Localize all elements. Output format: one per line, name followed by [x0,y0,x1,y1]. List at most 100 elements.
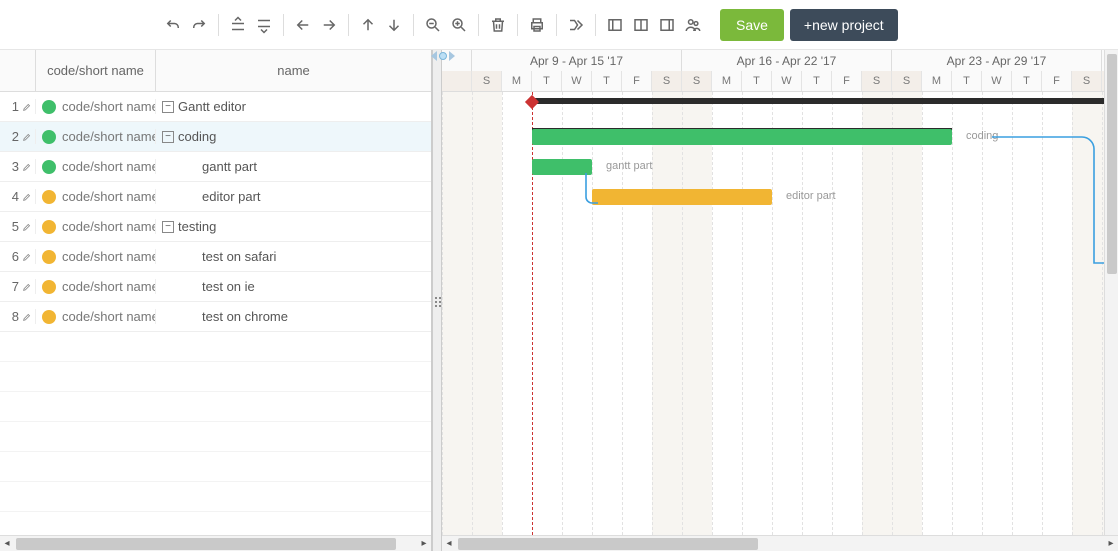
move-up-icon[interactable] [355,12,381,38]
task-row[interactable]: 7code/short nametest on ie [0,272,431,302]
collapse-icon[interactable]: − [162,131,174,143]
row-name[interactable]: test on ie [156,279,431,294]
outdent-icon[interactable] [290,12,316,38]
day-header: T [802,71,832,91]
day-header: T [1012,71,1042,91]
edit-icon[interactable] [22,132,32,142]
row-code[interactable]: code/short name [36,189,156,204]
edit-icon[interactable] [22,312,32,322]
new-project-button[interactable]: +new project [790,9,898,41]
day-header: S [652,71,682,91]
day-header: S [472,71,502,91]
week-header: Apr 9 - Apr 15 '17 [472,50,682,71]
row-name[interactable]: gantt part [156,159,431,174]
task-row[interactable]: 4code/short nameeditor part [0,182,431,212]
task-row[interactable]: 1code/short name−Gantt editor [0,92,431,122]
row-name[interactable]: −Gantt editor [156,99,431,114]
task-row[interactable]: 6code/short nametest on safari [0,242,431,272]
edit-icon[interactable] [22,252,32,262]
row-code[interactable]: code/short name [36,129,156,144]
day-header: T [532,71,562,91]
row-index: 3 [0,159,36,174]
day-header: M [712,71,742,91]
day-header: W [982,71,1012,91]
day-header: M [502,71,532,91]
row-code[interactable]: code/short name [36,219,156,234]
toolbar: Save +new project [0,0,1118,50]
right-horizontal-scrollbar[interactable]: ◂ ▸ [442,535,1118,551]
timeline-header: Apr 9 - Apr 15 '17Apr 16 - Apr 22 '17Apr… [442,50,1118,92]
row-index: 7 [0,279,36,294]
edit-icon[interactable] [22,282,32,292]
gantt-body[interactable]: codinggantt parteditor part [442,92,1118,535]
row-index: 2 [0,129,36,144]
row-code[interactable]: code/short name [36,309,156,324]
row-index: 4 [0,189,36,204]
edit-icon[interactable] [22,192,32,202]
redo-icon[interactable] [186,12,212,38]
task-row[interactable]: 8code/short nametest on chrome [0,302,431,332]
status-dot [42,250,56,264]
save-button[interactable]: Save [720,9,784,41]
insert-above-icon[interactable] [225,12,251,38]
insert-below-icon[interactable] [251,12,277,38]
status-dot [42,310,56,324]
row-code[interactable]: code/short name [36,99,156,114]
zoom-in-icon[interactable] [446,12,472,38]
left-horizontal-scrollbar[interactable]: ◂ ▸ [0,535,431,551]
task-row[interactable]: 5code/short name−testing [0,212,431,242]
row-name[interactable]: −coding [156,129,431,144]
gantt-group-bar[interactable] [532,98,1118,104]
layout-left-icon[interactable] [602,12,628,38]
resources-icon[interactable] [680,12,706,38]
edit-icon[interactable] [22,102,32,112]
gantt-task-bar[interactable] [532,129,952,145]
col-name-header[interactable]: name [156,50,431,91]
timeline-zoom-handle[interactable] [431,50,455,63]
day-header: S [682,71,712,91]
row-index: 6 [0,249,36,264]
task-table: code/short name name 1code/short name−Ga… [0,50,432,551]
task-row[interactable]: 2code/short name−coding [0,122,431,152]
row-name[interactable]: test on chrome [156,309,431,324]
col-code-header[interactable]: code/short name [36,50,156,91]
zoom-out-icon[interactable] [420,12,446,38]
status-dot [42,280,56,294]
row-name[interactable]: −testing [156,219,431,234]
vertical-scrollbar[interactable] [1104,50,1118,535]
status-dot [42,220,56,234]
status-dot [42,100,56,114]
row-index: 5 [0,219,36,234]
day-header: F [832,71,862,91]
delete-icon[interactable] [485,12,511,38]
layout-split-icon[interactable] [628,12,654,38]
day-header: W [772,71,802,91]
undo-icon[interactable] [160,12,186,38]
indent-icon[interactable] [316,12,342,38]
row-code[interactable]: code/short name [36,159,156,174]
gantt-task-bar[interactable] [532,159,592,175]
critical-path-icon[interactable] [563,12,589,38]
row-name[interactable]: editor part [156,189,431,204]
edit-icon[interactable] [22,162,32,172]
day-header: S [1072,71,1102,91]
move-down-icon[interactable] [381,12,407,38]
gantt-bar-label: gantt part [606,160,652,172]
gantt-task-bar[interactable] [592,189,772,205]
week-header: Apr 16 - Apr 22 '17 [682,50,892,71]
layout-right-icon[interactable] [654,12,680,38]
task-row[interactable]: 3code/short namegantt part [0,152,431,182]
row-name[interactable]: test on safari [156,249,431,264]
row-code[interactable]: code/short name [36,279,156,294]
print-icon[interactable] [524,12,550,38]
collapse-icon[interactable]: − [162,221,174,233]
gantt-chart: Apr 9 - Apr 15 '17Apr 16 - Apr 22 '17Apr… [442,50,1118,551]
row-index: 1 [0,99,36,114]
edit-icon[interactable] [22,222,32,232]
row-code[interactable]: code/short name [36,249,156,264]
day-header: M [922,71,952,91]
day-header: W [562,71,592,91]
collapse-icon[interactable]: − [162,101,174,113]
pane-splitter[interactable] [432,50,442,551]
gantt-bar-label: coding [966,130,998,142]
